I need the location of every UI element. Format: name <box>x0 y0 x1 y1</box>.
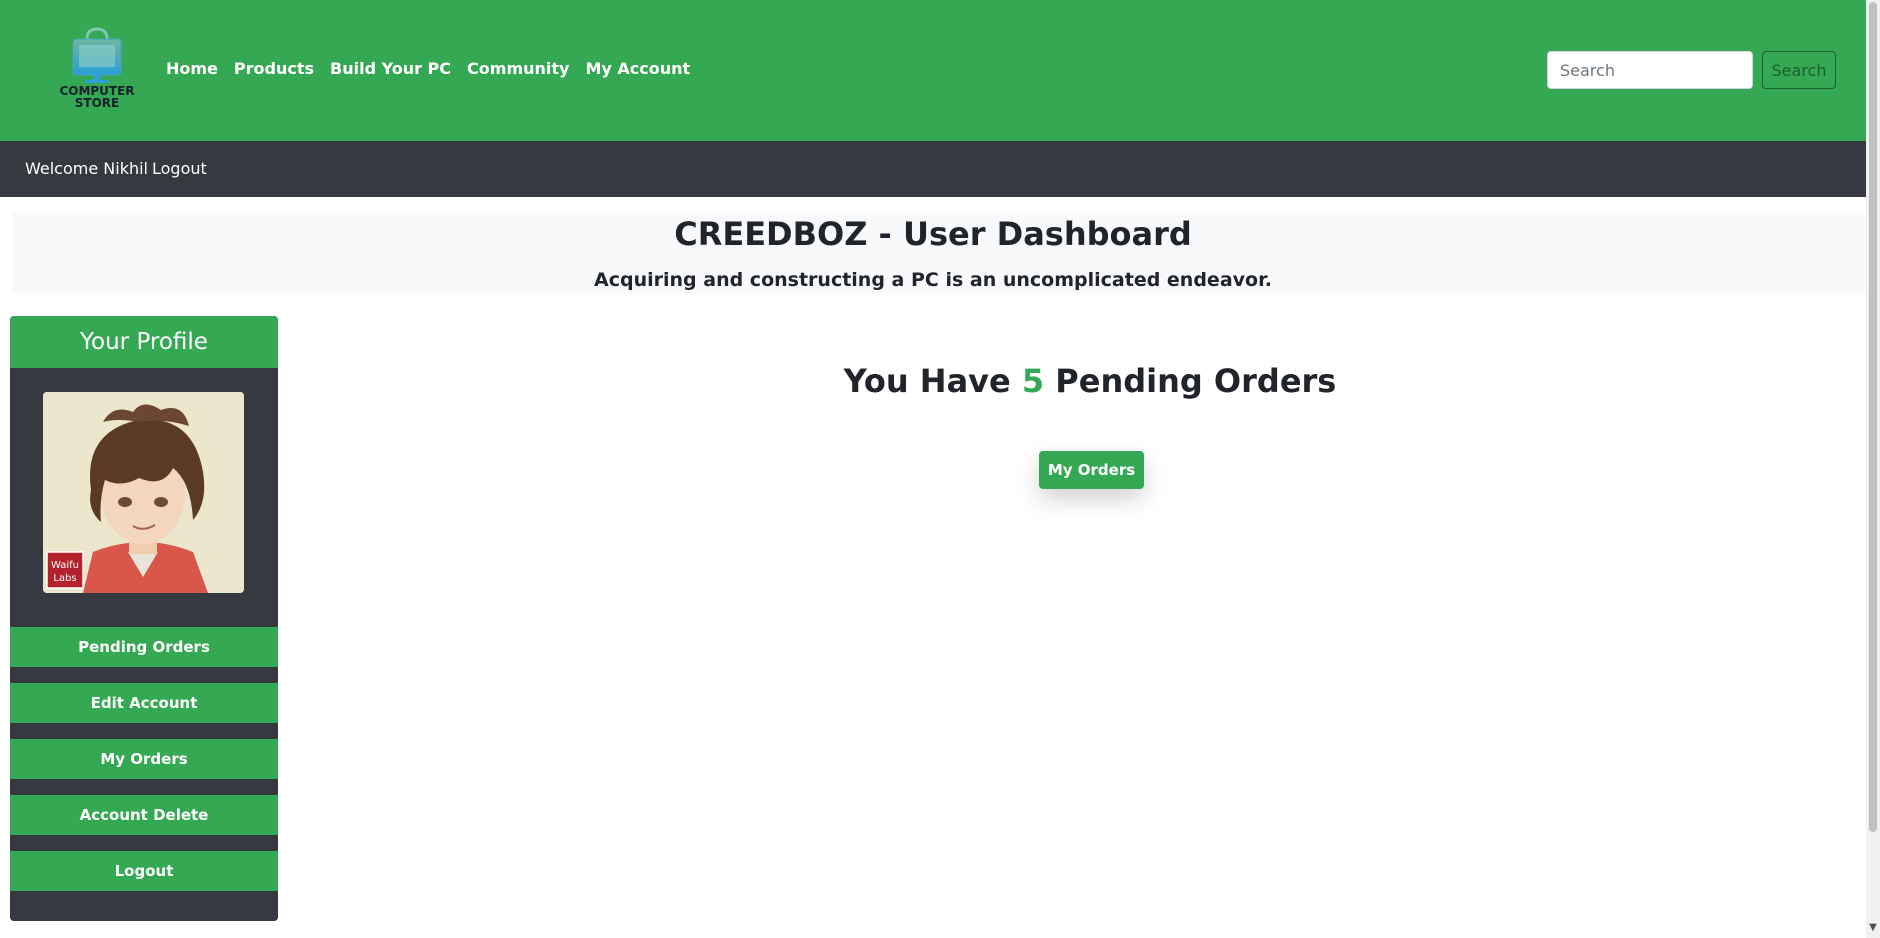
search-button[interactable]: Search <box>1762 51 1836 89</box>
scrollbar-thumb[interactable] <box>1869 2 1877 832</box>
chevron-down-icon[interactable]: ▼ <box>1868 922 1878 934</box>
avatar: Waifu Labs <box>43 392 244 593</box>
logo-text: COMPUTER STORE <box>59 84 135 110</box>
hero-banner: CREEDBOZ - User Dashboard Acquiring and … <box>12 213 1866 293</box>
avatar-illustration: Waifu Labs <box>43 392 244 593</box>
nav-community[interactable]: Community <box>467 59 569 78</box>
avatar-badge-line1: Waifu <box>51 560 79 571</box>
my-orders-sidebar-button[interactable]: My Orders <box>10 739 278 779</box>
sidebar-title: Your Profile <box>10 316 278 368</box>
page-title: CREEDBOZ - User Dashboard <box>674 215 1192 253</box>
search-input[interactable] <box>1547 51 1753 89</box>
nav-my-account[interactable]: My Account <box>585 59 690 78</box>
logout-link[interactable]: Logout <box>152 159 207 178</box>
nav-build-your-pc[interactable]: Build Your PC <box>330 59 451 78</box>
pending-count: 5 <box>1021 362 1045 400</box>
account-delete-button[interactable]: Account Delete <box>10 795 278 835</box>
welcome-text: Welcome Nikhil <box>25 159 148 178</box>
profile-sidebar: Your Profile Waifu Labs Pending Orders E… <box>10 316 278 921</box>
user-bar: Welcome Nikhil Logout <box>0 141 1866 197</box>
main-nav: Home Products Build Your PC Community My… <box>166 59 706 78</box>
nav-products[interactable]: Products <box>234 59 314 78</box>
store-logo[interactable]: COMPUTER STORE <box>54 27 140 115</box>
avatar-badge-line2: Labs <box>53 573 76 584</box>
page-scrollbar[interactable]: ▼ <box>1866 0 1880 938</box>
pending-orders-heading: You Have 5 Pending Orders <box>290 362 1880 400</box>
pending-suffix: Pending Orders <box>1055 362 1337 400</box>
edit-account-button[interactable]: Edit Account <box>10 683 278 723</box>
top-navbar: COMPUTER STORE Home Products Build Your P… <box>0 0 1866 141</box>
sidebar-logout-button[interactable]: Logout <box>10 851 278 891</box>
pending-prefix: You Have <box>843 362 1011 400</box>
my-orders-button[interactable]: My Orders <box>1039 451 1144 489</box>
shopping-bag-monitor-icon <box>72 27 122 83</box>
pending-orders-button[interactable]: Pending Orders <box>10 627 278 667</box>
nav-home[interactable]: Home <box>166 59 218 78</box>
page-subtitle: Acquiring and constructing a PC is an un… <box>594 269 1272 291</box>
